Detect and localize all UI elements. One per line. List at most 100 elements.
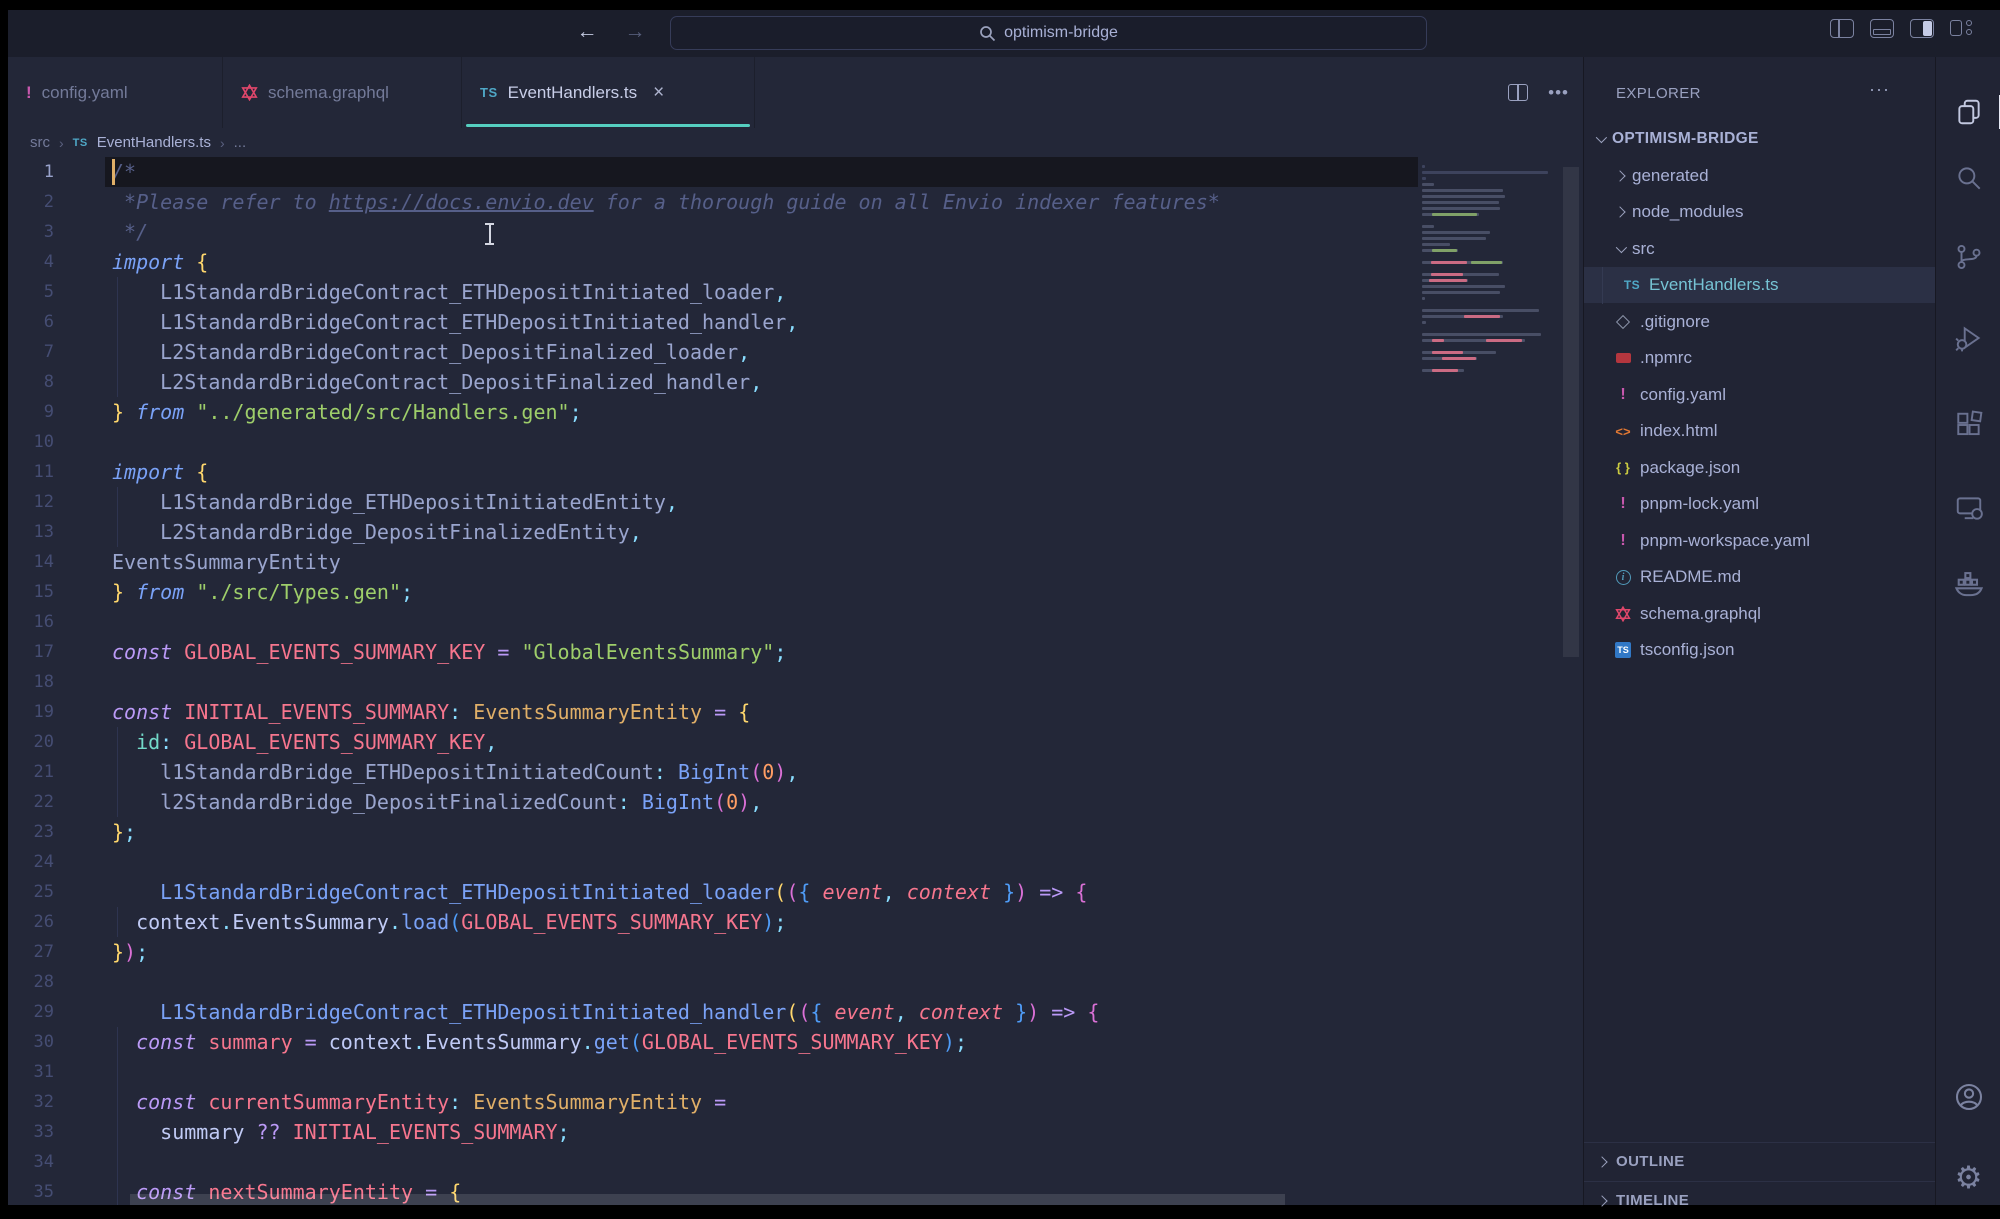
source-control-icon[interactable] <box>1936 233 2000 281</box>
breadcrumb: src › TS EventHandlers.ts › ... <box>8 128 1583 157</box>
tree-file-eventhandlers-ts[interactable]: TSEventHandlers.ts <box>1584 267 1935 303</box>
line-number: 7 <box>8 337 68 367</box>
remote-explorer-icon[interactable] <box>1936 484 2000 532</box>
tree-item-label: pnpm-workspace.yaml <box>1640 531 1810 551</box>
code-line: L1StandardBridgeContract_ETHDepositIniti… <box>112 307 798 337</box>
timeline-section[interactable]: TIMELINE <box>1584 1181 1935 1219</box>
tab-eventhandlers-ts[interactable]: TS EventHandlers.ts × <box>462 57 755 128</box>
settings-gear-icon[interactable]: ⚙ <box>1936 1153 2000 1201</box>
chevron-down-icon <box>1596 132 1607 143</box>
tree-file-config-yaml[interactable]: !config.yaml <box>1584 377 1935 413</box>
code-line: const summary = context.EventsSummary.ge… <box>112 1027 967 1057</box>
code-line: *Please refer to https://docs.envio.dev … <box>112 187 1220 217</box>
tree-item-label: OPTIMISM-BRIDGE <box>1612 130 1759 148</box>
tsconfig-icon: TS <box>1614 642 1632 658</box>
tree-item-label: node_modules <box>1632 202 1744 222</box>
line-number: 33 <box>8 1117 68 1147</box>
vscode-window: ← → optimism-bridge ! config.yaml <box>8 10 2000 1205</box>
indent-guide <box>117 487 118 547</box>
code-line: EventsSummaryEntity <box>112 547 341 577</box>
breadcrumb-symbol[interactable]: ... <box>234 134 247 151</box>
more-actions-icon[interactable]: ••• <box>1548 83 1569 103</box>
code-line: import { <box>112 457 208 487</box>
code-line: } from "../generated/src/Handlers.gen"; <box>112 397 582 427</box>
code-line: L2StandardBridgeContract_DepositFinalize… <box>112 337 750 367</box>
yaml-warning-icon: ! <box>1614 495 1632 513</box>
account-icon[interactable] <box>1936 1073 2000 1121</box>
explorer-more-icon[interactable]: ··· <box>1869 79 1890 100</box>
tree-file-package-json[interactable]: { }package.json <box>1584 450 1935 486</box>
tree-file-index-html[interactable]: <>index.html <box>1584 413 1935 449</box>
breadcrumb-folder[interactable]: src <box>30 134 50 151</box>
customize-layout-icon[interactable] <box>1950 19 1974 38</box>
yaml-warning-icon: ! <box>1614 532 1632 550</box>
tree-folder-node-modules[interactable]: node_modules <box>1584 194 1935 230</box>
indent-guide <box>117 727 118 817</box>
code-line: id: GLOBAL_EVENTS_SUMMARY_KEY, <box>112 727 497 757</box>
split-editor-icon[interactable] <box>1508 84 1528 101</box>
search-icon[interactable] <box>1936 154 2000 202</box>
info-icon: i <box>1614 570 1632 585</box>
extensions-icon[interactable] <box>1936 401 2000 449</box>
tree-file--gitignore[interactable]: .gitignore <box>1584 304 1935 340</box>
code-editor[interactable]: 1234567891011121314151617181920212223242… <box>8 157 1583 1205</box>
code-line: L1StandardBridge_ETHDepositInitiatedEnti… <box>112 487 678 517</box>
run-debug-icon[interactable] <box>1936 314 2000 362</box>
chevron-right-icon <box>1614 170 1625 181</box>
tab-config-yaml[interactable]: ! config.yaml <box>8 57 223 128</box>
tree-file--npmrc[interactable]: .npmrc <box>1584 340 1935 376</box>
tree-folder-src[interactable]: src <box>1584 231 1935 267</box>
code-line: l2StandardBridge_DepositFinalizedCount: … <box>112 787 762 817</box>
code-line: L2StandardBridge_DepositFinalizedEntity, <box>112 517 642 547</box>
tree-folder-optimism-bridge[interactable]: OPTIMISM-BRIDGE <box>1584 121 1935 157</box>
line-number: 3 <box>8 217 68 247</box>
line-number: 31 <box>8 1057 68 1087</box>
indent-guide <box>1602 267 1603 304</box>
tree-item-label: index.html <box>1640 421 1717 441</box>
docker-icon[interactable] <box>1936 558 2000 606</box>
vertical-scrollbar[interactable] <box>1563 167 1579 657</box>
outline-section[interactable]: OUTLINE <box>1584 1142 1935 1180</box>
activity-bar: ⚙ <box>1935 57 2000 1205</box>
line-number: 9 <box>8 397 68 427</box>
explorer-icon[interactable] <box>1936 88 2000 136</box>
tab-label: EventHandlers.ts <box>508 83 637 103</box>
breadcrumb-file[interactable]: EventHandlers.ts <box>97 134 211 151</box>
line-number: 24 <box>8 847 68 877</box>
tree-item-label: generated <box>1632 166 1709 186</box>
tree-item-label: src <box>1632 239 1655 259</box>
back-arrow-icon[interactable]: ← <box>572 20 602 44</box>
toggle-panel-icon[interactable] <box>1870 19 1894 38</box>
indent-guide <box>117 1027 118 1205</box>
code-line: import { <box>112 247 208 277</box>
typescript-icon: TS <box>1623 278 1641 292</box>
code-line: l1StandardBridge_ETHDepositInitiatedCoun… <box>112 757 798 787</box>
git-icon <box>1614 317 1632 327</box>
tab-label: schema.graphql <box>268 83 389 103</box>
code-line: } from "./src/Types.gen"; <box>112 577 413 607</box>
toggle-sidebar-icon[interactable] <box>1830 19 1854 38</box>
line-number: 26 <box>8 907 68 937</box>
line-number: 16 <box>8 607 68 637</box>
forward-arrow-icon[interactable]: → <box>620 20 650 44</box>
tree-file-tsconfig-json[interactable]: TStsconfig.json <box>1584 632 1935 668</box>
tree-item-label: README.md <box>1640 567 1741 587</box>
command-center-search[interactable]: optimism-bridge <box>670 16 1427 50</box>
mouse-ibeam-cursor <box>485 223 494 247</box>
tab-schema-graphql[interactable]: schema.graphql <box>223 57 462 128</box>
close-icon[interactable]: × <box>653 82 664 104</box>
code-line: L1StandardBridgeContract_ETHDepositIniti… <box>112 277 786 307</box>
toggle-secondary-sidebar-icon[interactable] <box>1910 19 1934 38</box>
line-number: 28 <box>8 967 68 997</box>
tree-file-schema-graphql[interactable]: schema.graphql <box>1584 596 1935 632</box>
tree-file-readme-md[interactable]: i README.md <box>1584 559 1935 595</box>
editor-group: ! config.yaml schema.graphql TS EventHan… <box>8 57 1583 1205</box>
json-icon: { } <box>1614 460 1632 475</box>
tree-folder-generated[interactable]: generated <box>1584 158 1935 194</box>
tree-file-pnpm-workspace-yaml[interactable]: ! pnpm-workspace.yaml <box>1584 523 1935 559</box>
tree-file-pnpm-lock-yaml[interactable]: ! pnpm-lock.yaml <box>1584 486 1935 522</box>
indent-guide <box>117 907 118 937</box>
title-bar: ← → optimism-bridge <box>8 10 2000 57</box>
tree-item-label: pnpm-lock.yaml <box>1640 494 1759 514</box>
horizontal-scrollbar[interactable] <box>130 1194 1285 1205</box>
